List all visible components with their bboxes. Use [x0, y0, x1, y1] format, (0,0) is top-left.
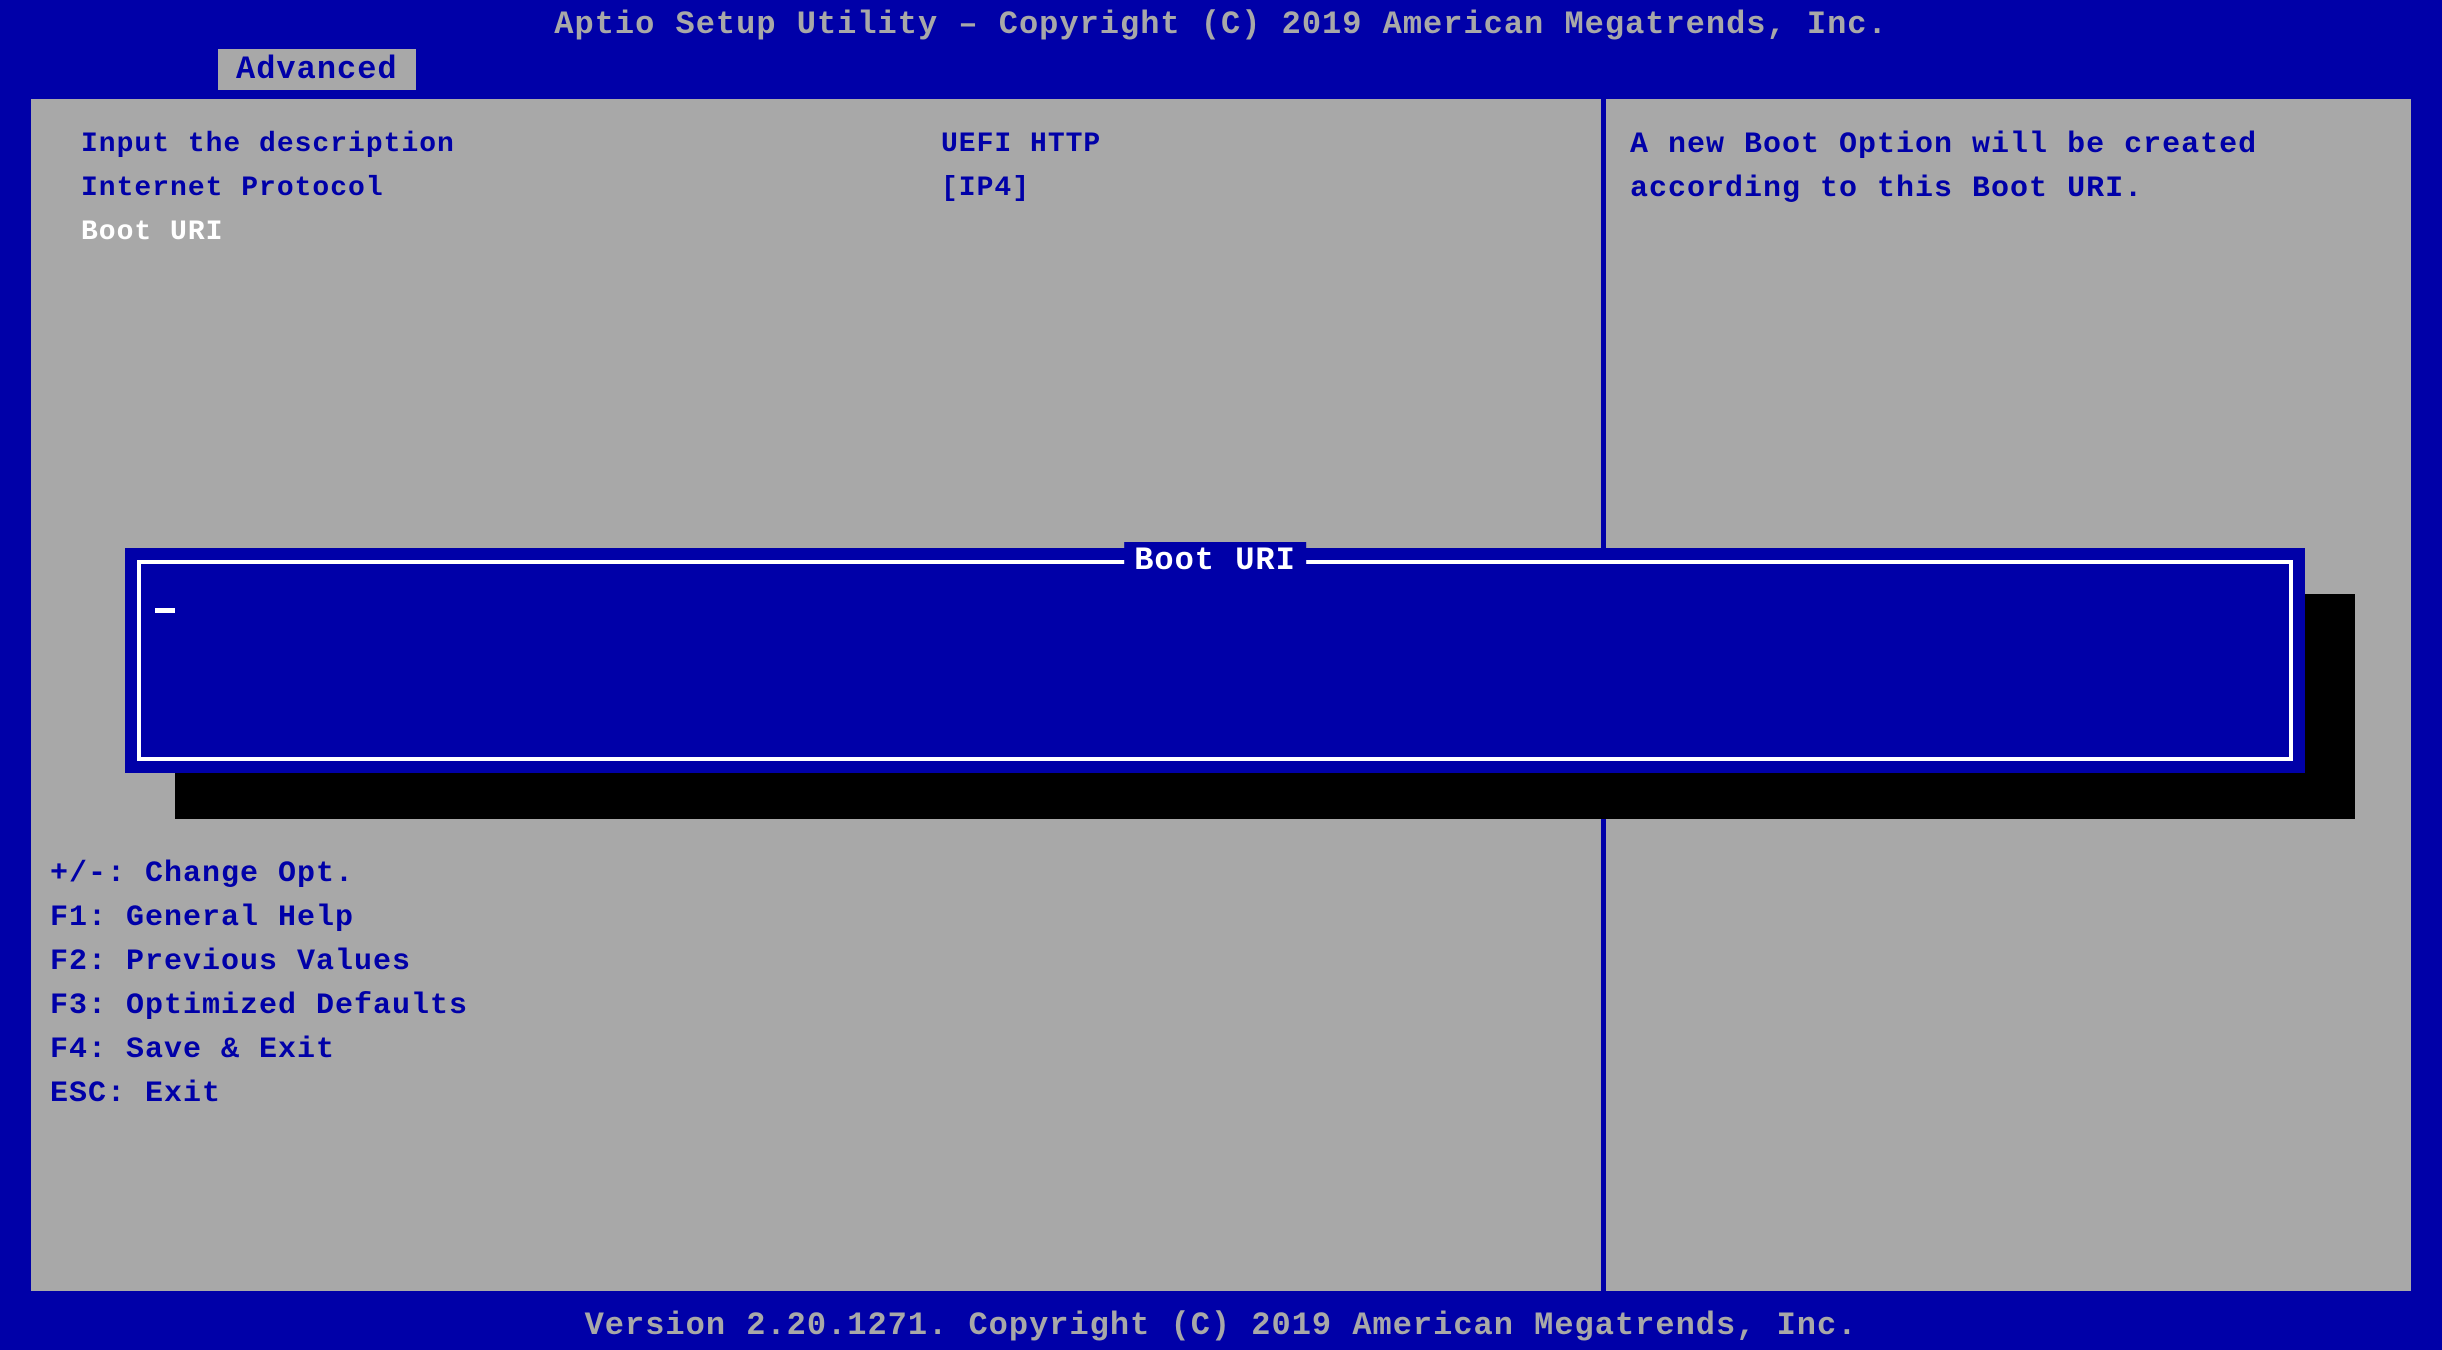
boot-uri-dialog: Boot URI	[125, 548, 2305, 773]
dialog-title: Boot URI	[1124, 542, 1306, 579]
key-hint-f3: F3: Optimized Defaults	[50, 984, 2392, 1028]
key-hint-f2: F2: Previous Values	[50, 940, 2392, 984]
bios-footer: Version 2.20.1271. Copyright (C) 2019 Am…	[0, 1301, 2442, 1350]
help-text: A new Boot Option will be created accord…	[1630, 123, 2387, 211]
setting-value: [IP4]	[941, 167, 1551, 211]
key-hint-f1: F1: General Help	[50, 896, 2392, 940]
setting-input-description[interactable]: Input the description UEFI HTTP	[81, 123, 1551, 167]
setting-label: Internet Protocol	[81, 167, 941, 211]
tab-row: Advanced	[0, 49, 2442, 90]
bios-title: Aptio Setup Utility – Copyright (C) 2019…	[0, 0, 2442, 49]
text-cursor	[155, 608, 175, 613]
key-hint-f4: F4: Save & Exit	[50, 1028, 2392, 1072]
setting-value: UEFI HTTP	[941, 123, 1551, 167]
setting-label: Input the description	[81, 123, 941, 167]
setting-boot-uri[interactable]: Boot URI	[81, 211, 1551, 255]
setting-internet-protocol[interactable]: Internet Protocol [IP4]	[81, 167, 1551, 211]
key-legend: +/-: Change Opt. F1: General Help F2: Pr…	[26, 852, 2416, 1116]
tab-advanced[interactable]: Advanced	[218, 49, 416, 90]
key-hint-esc: ESC: Exit	[50, 1072, 2392, 1116]
setting-label: Boot URI	[81, 211, 941, 255]
key-hint-change-opt: +/-: Change Opt.	[50, 852, 2392, 896]
dialog-frame: Boot URI	[137, 560, 2293, 761]
setting-value	[941, 211, 1551, 255]
